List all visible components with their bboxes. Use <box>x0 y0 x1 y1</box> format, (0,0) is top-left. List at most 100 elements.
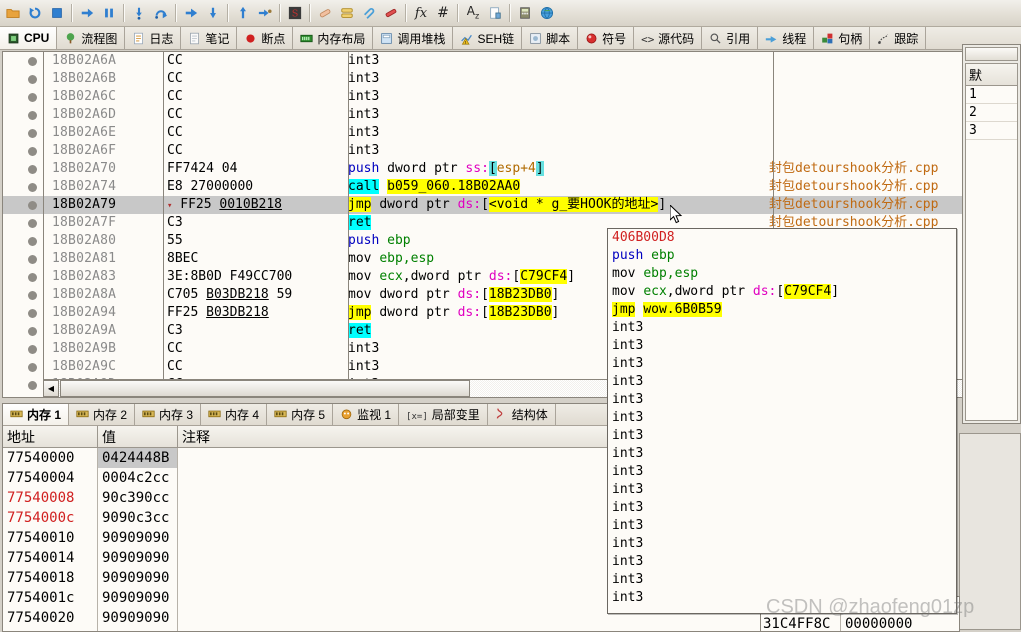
breakpoint-gutter-icon[interactable] <box>3 74 43 84</box>
tab-流程图[interactable]: 流程图 <box>57 27 126 49</box>
execute-till-return-icon[interactable] <box>232 2 254 24</box>
step-into-icon[interactable] <box>128 2 150 24</box>
tab-符号[interactable]: 符号 <box>578 27 635 49</box>
breakpoint-gutter-icon[interactable] <box>3 146 43 156</box>
disasm-bytes: C3 <box>167 323 183 338</box>
toolbar-separator <box>457 4 459 22</box>
pause-icon[interactable] <box>98 2 120 24</box>
dump-tab-结构体[interactable]: 结构体 <box>488 404 556 425</box>
breakpoint-gutter-icon[interactable] <box>3 56 43 66</box>
disasm-row[interactable]: 18B02A70 FF7424 04 push dword ptr ss:[esp+… <box>3 160 983 178</box>
disasm-row[interactable]: 18B02A6E CC int3 <box>3 124 983 142</box>
tab-label: 笔记 <box>205 31 230 46</box>
dump-tab-内存-5[interactable]: 内存 5 <box>267 404 334 425</box>
disasm-row[interactable]: 18B02A6B CC int3 <box>3 70 983 88</box>
breakpoint-gutter-icon[interactable] <box>3 290 43 300</box>
notes-icon[interactable] <box>484 2 506 24</box>
source-icon: <> <box>641 32 655 46</box>
references-icon <box>709 32 722 45</box>
tab-内存布局[interactable]: 内存布局 <box>293 27 374 49</box>
breakpoint-gutter-icon[interactable] <box>3 128 43 138</box>
open-file-icon[interactable] <box>2 2 24 24</box>
breakpoint-gutter-icon[interactable] <box>3 380 43 390</box>
run-to-user-code-icon[interactable] <box>254 2 276 24</box>
dump-tab-内存-2[interactable]: 内存 2 <box>69 404 136 425</box>
tab-日志[interactable]: 日志 <box>125 27 182 49</box>
log-icon[interactable] <box>336 2 358 24</box>
callstack-icon <box>380 32 393 45</box>
disasm-bytes: C705 B03DB218 59 <box>167 287 293 302</box>
dump-tab-内存-4[interactable]: 内存 4 <box>201 404 268 425</box>
breakpoint-gutter-icon[interactable] <box>3 362 43 372</box>
breakpoint-gutter-icon[interactable] <box>3 326 43 336</box>
breakpoint-gutter-icon[interactable] <box>3 164 43 174</box>
tab-调用堆栈[interactable]: 调用堆栈 <box>373 27 454 49</box>
breakpoint-gutter-icon[interactable] <box>3 308 43 318</box>
breakpoint-gutter-icon[interactable] <box>3 200 43 210</box>
tab-引用[interactable]: 引用 <box>702 27 759 49</box>
bookmark-icon[interactable] <box>380 2 402 24</box>
disasm-bytes: FF25 B03DB218 <box>167 305 269 320</box>
dump-tab-局部变里[interactable]: [x=] 局部变里 <box>399 404 488 425</box>
disasm-row[interactable]: 18B02A6F CC int3 <box>3 142 983 160</box>
step-out-icon[interactable] <box>180 2 202 24</box>
scroll-thumb-h[interactable] <box>60 380 470 397</box>
breakpoint-gutter-icon[interactable] <box>3 110 43 120</box>
breakpoint-gutter-icon[interactable] <box>3 254 43 264</box>
tab-跟踪[interactable]: 跟踪 <box>870 27 927 49</box>
disasm-row[interactable]: 18B02A6A CC int3 <box>3 52 983 70</box>
attach-icon[interactable] <box>358 2 380 24</box>
dump-address: 77540000 <box>3 448 98 468</box>
scroll-left-icon[interactable]: ◀ <box>43 380 59 397</box>
breakpoint-gutter-icon[interactable] <box>3 344 43 354</box>
disasm-row[interactable]: 18B02A6C CC int3 <box>3 88 983 106</box>
disasm-address: 18B02A80 <box>52 233 117 248</box>
tab-源代码[interactable]: <> 源代码 <box>634 27 703 49</box>
breakpoint-gutter-icon[interactable] <box>3 218 43 228</box>
tab-句柄[interactable]: 句柄 <box>814 27 871 49</box>
disasm-address: 18B02A9C <box>52 359 117 374</box>
globe-icon[interactable] <box>536 2 558 24</box>
breakpoint-gutter-icon[interactable] <box>3 272 43 282</box>
disasm-row[interactable]: 18B02A74 E8 27000000 call b059_060.18B02AA… <box>3 178 983 196</box>
breakpoint-gutter-icon[interactable] <box>3 182 43 192</box>
disasm-row[interactable]: 18B02A6D CC int3 <box>3 106 983 124</box>
tab-断点[interactable]: 断点 <box>237 27 294 49</box>
scylla-icon[interactable]: S <box>284 2 306 24</box>
disasm-row[interactable]: 18B02A79 ▾ FF25 0010B218 jmp dword ptr ds:… <box>3 196 983 214</box>
memorymap-icon <box>300 32 313 45</box>
dump-header-value[interactable]: 值 <box>98 426 178 447</box>
disasm-bytes: C3 <box>167 215 183 230</box>
run-icon[interactable] <box>76 2 98 24</box>
restart-icon[interactable] <box>24 2 46 24</box>
tab-cpu[interactable]: CPU <box>0 27 58 49</box>
tab-seh链[interactable]: ! SEH链 <box>453 27 523 49</box>
tab-笔记[interactable]: 笔记 <box>181 27 238 49</box>
tab-label: 内存布局 <box>317 31 366 46</box>
background-right-strip <box>957 403 1021 632</box>
stop-icon[interactable] <box>46 2 68 24</box>
calculator-icon[interactable] <box>514 2 536 24</box>
tab-label: 符号 <box>602 31 627 46</box>
tab-脚本[interactable]: 脚本 <box>522 27 579 49</box>
dump-tab-label: 内存 4 <box>225 408 260 422</box>
popup-instruction-line: int3 <box>612 482 644 497</box>
disasm-instruction: jmp dword ptr ds:[<void * g_要HOOK的地址>] <box>348 197 667 212</box>
popup-instruction-line: jmp wow.6B0B59 <box>612 302 722 317</box>
dump-header-address[interactable]: 地址 <box>3 426 98 447</box>
font-icon[interactable]: Az <box>462 2 484 24</box>
run-to-icon[interactable] <box>202 2 224 24</box>
disasm-address: 18B02A6C <box>52 89 117 104</box>
dump-tab-监视-1[interactable]: 监视 1 <box>333 404 400 425</box>
breakpoint-gutter-icon[interactable] <box>3 236 43 246</box>
dump-tab-内存-3[interactable]: 内存 3 <box>135 404 202 425</box>
hash-icon[interactable]: # <box>432 2 454 24</box>
main-tab-strip: CPU 流程图 日志 笔记 断点 内存布局 调用堆栈! SEH链 脚本 符号 <> 源代码 引用 线程 句柄… <box>0 27 1021 50</box>
dump-tab-内存-1[interactable]: 内存 1 <box>3 404 70 425</box>
patch-icon[interactable] <box>314 2 336 24</box>
step-over-icon[interactable] <box>150 2 172 24</box>
disasm-instruction: int3 <box>348 71 380 86</box>
breakpoint-gutter-icon[interactable] <box>3 92 43 102</box>
formula-icon[interactable]: fx <box>410 2 432 24</box>
tab-线程[interactable]: 线程 <box>758 27 815 49</box>
